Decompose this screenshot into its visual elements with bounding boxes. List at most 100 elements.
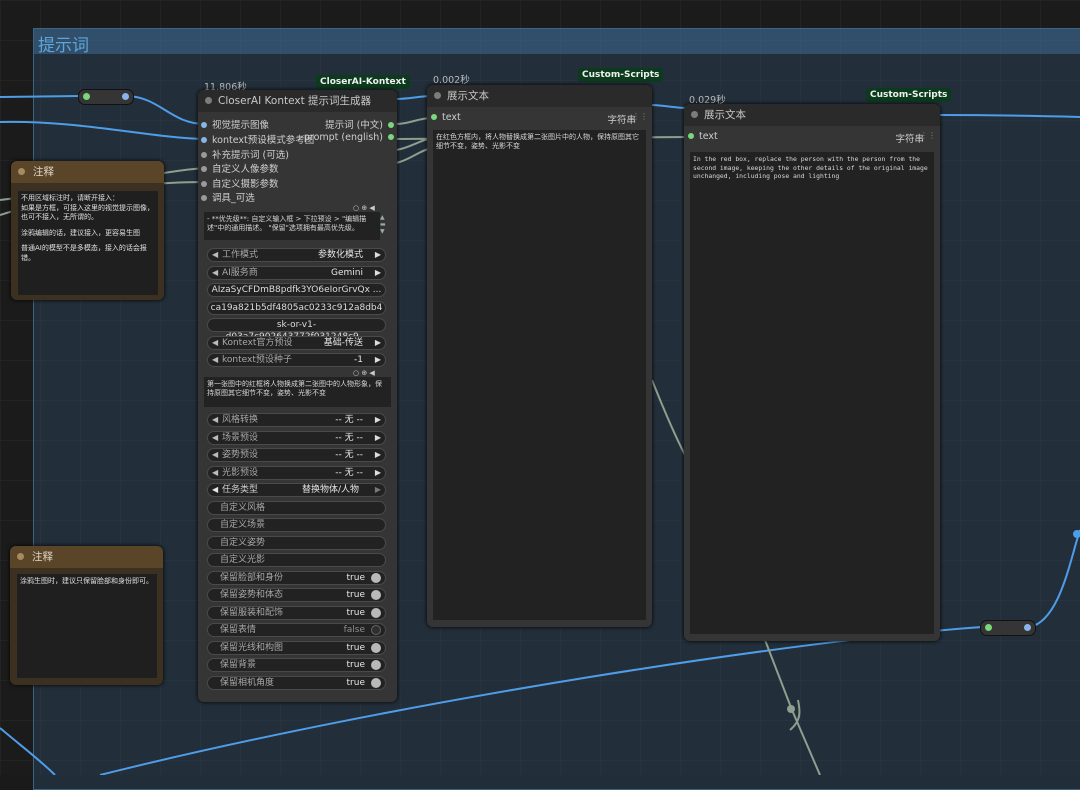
node-canvas[interactable]: 提示词 注释 不用区域标注时，请断开接入： 如果是方框，可接入这里的视觉提示图像… bbox=[0, 0, 1080, 790]
textbox-tools-icon[interactable]: ○ ⊕ ◀ bbox=[353, 204, 375, 212]
note-title[interactable]: 注释 bbox=[10, 546, 163, 568]
toggle-keep-pose[interactable]: 保留姿势和体态 true bbox=[207, 588, 386, 602]
toggle-knob-icon[interactable] bbox=[371, 660, 381, 670]
toggle-knob-icon[interactable] bbox=[371, 678, 381, 688]
toggle-keep-camera[interactable]: 保留相机角度 true bbox=[207, 676, 386, 690]
input-slot[interactable]: kontext预设模式参考图 bbox=[201, 132, 314, 146]
reroute-node-bottom[interactable] bbox=[980, 620, 1036, 636]
widget-grid-icon[interactable]: ⋮⋮ bbox=[632, 112, 648, 121]
textbox-tools-icon[interactable]: ○ ⊕ ◀ bbox=[353, 369, 375, 377]
input-slot-text[interactable]: text bbox=[431, 112, 461, 123]
toggle-knob-icon[interactable] bbox=[371, 590, 381, 600]
display-text-area[interactable]: In the red box, replace the person with … bbox=[690, 152, 934, 634]
arrow-left-icon[interactable]: ◀ bbox=[212, 249, 218, 261]
arrow-right-icon[interactable]: ▶ bbox=[375, 432, 381, 444]
combo-task-type[interactable]: ◀ 任务类型 替换物体/人物 ▶ bbox=[207, 483, 386, 497]
reroute-out-dot[interactable] bbox=[122, 93, 129, 100]
input-dot-icon[interactable] bbox=[431, 113, 437, 120]
input-dot-icon[interactable] bbox=[201, 194, 207, 201]
input-dot-icon[interactable] bbox=[201, 151, 207, 158]
output-slot[interactable]: 提示词 (中文) bbox=[325, 117, 394, 131]
toggle-keep-background[interactable]: 保留背景 true bbox=[207, 658, 386, 672]
display-text-area[interactable]: 在红色方框内，将人物替换成第二张图片中的人物，保持原图其它细节不变，姿势、光影不… bbox=[433, 130, 646, 620]
edit-description-area[interactable]: 第一张图中的红框将人物换成第二张图中的人物形象，保持原图其它细节不变，姿势、光影… bbox=[204, 377, 391, 407]
note-title[interactable]: 注释 bbox=[11, 161, 164, 183]
input-dot-icon[interactable] bbox=[201, 136, 207, 143]
show-text-node-2[interactable]: 展示文本 text 字符串 ⋮⋮ In the red box, replace… bbox=[684, 104, 940, 641]
show-text-node-1[interactable]: 展示文本 text 字符串 ⋮⋮ 在红色方框内，将人物替换成第二张图片中的人物，… bbox=[427, 85, 652, 627]
combo-lighting[interactable]: ◀ 光影预设 -- 无 -- ▶ bbox=[207, 466, 386, 480]
combo-pose[interactable]: ◀ 姿势预设 -- 无 -- ▶ bbox=[207, 448, 386, 462]
input-slot-text[interactable]: text bbox=[688, 131, 718, 142]
arrow-left-icon[interactable]: ◀ bbox=[212, 354, 218, 366]
arrow-left-icon[interactable]: ◀ bbox=[212, 414, 218, 426]
input-dot-icon[interactable] bbox=[688, 132, 694, 139]
node-title[interactable]: CloserAI Kontext 提示词生成器 bbox=[198, 90, 397, 112]
output-dot-icon[interactable] bbox=[388, 133, 394, 140]
combo-style[interactable]: ◀ 风格转换 -- 无 -- ▶ bbox=[207, 413, 386, 427]
reroute-node-top[interactable] bbox=[78, 89, 134, 105]
api-key-field-1[interactable]: AIzaSyCFDmB8pdfk3YO6eIorGrvQx ... bbox=[207, 283, 386, 297]
input-dot-icon[interactable] bbox=[201, 165, 207, 172]
output-slot[interactable]: prompt (english) bbox=[304, 132, 394, 143]
custom-pose-button[interactable]: 自定义姿势 bbox=[207, 536, 386, 550]
custom-lighting-button[interactable]: 自定义光影 bbox=[207, 553, 386, 567]
toggle-knob-icon[interactable] bbox=[371, 573, 381, 583]
note-node-2[interactable]: 注释 涂鸦生图时，建议只保留脸部和身份即可。 bbox=[10, 546, 163, 685]
combo-scene[interactable]: ◀ 场景预设 -- 无 -- ▶ bbox=[207, 431, 386, 445]
input-dot-icon[interactable] bbox=[201, 121, 207, 128]
custom-scene-button[interactable]: 自定义场景 bbox=[207, 518, 386, 532]
arrow-right-icon[interactable]: ▶ bbox=[375, 484, 381, 496]
input-dot-icon[interactable] bbox=[201, 180, 207, 187]
number-kontext-seed[interactable]: ◀ kontext预设种子 -1 ▶ bbox=[207, 353, 386, 367]
widget-grid-icon[interactable]: ⋮⋮ bbox=[920, 131, 936, 140]
note-node-1[interactable]: 注释 不用区域标注时，请断开接入： 如果是方框，可接入这里的视觉提示图像，也可不… bbox=[11, 161, 164, 300]
arrow-right-icon[interactable]: ▶ bbox=[375, 467, 381, 479]
api-key-field-2[interactable]: ca19a821b5df4805ac0233c912a8db4 ... bbox=[207, 301, 386, 325]
scroll-arrows-icon[interactable]: ▲ ▬ ▼ bbox=[380, 214, 386, 235]
reroute-out-dot[interactable] bbox=[1024, 624, 1031, 631]
kontext-node[interactable]: CloserAI Kontext 提示词生成器 视觉提示图像 kontext预设… bbox=[198, 90, 397, 702]
input-slot[interactable]: 视觉提示图像 bbox=[201, 117, 269, 131]
note-text-area[interactable]: 不用区域标注时，请断开接入： 如果是方框，可接入这里的视觉提示图像，也可不接入，… bbox=[18, 191, 158, 295]
arrow-right-icon[interactable]: ▶ bbox=[375, 354, 381, 366]
input-slot[interactable]: 调具_可选 bbox=[201, 190, 255, 204]
arrow-left-icon[interactable]: ◀ bbox=[212, 432, 218, 444]
combo-ai-provider[interactable]: ◀ AI服务商 Gemini ▶ bbox=[207, 266, 386, 280]
api-key-field-3[interactable]: sk-or-v1-d03a7c902643772f031248c9... bbox=[207, 318, 386, 342]
collapse-dot-icon[interactable] bbox=[17, 553, 24, 560]
input-slot[interactable]: 补充提示词 (可选) bbox=[201, 147, 289, 161]
collapse-dot-icon[interactable] bbox=[691, 111, 698, 118]
arrow-left-icon[interactable]: ◀ bbox=[212, 337, 218, 349]
combo-kontext-preset[interactable]: ◀ Kontext官方预设 基础-传送 ▶ bbox=[207, 336, 386, 350]
collapse-dot-icon[interactable] bbox=[434, 92, 441, 99]
reroute-in-dot[interactable] bbox=[83, 93, 90, 100]
arrow-right-icon[interactable]: ▶ bbox=[375, 337, 381, 349]
note-text-area[interactable]: 涂鸦生图时，建议只保留脸部和身份即可。 bbox=[17, 574, 157, 678]
toggle-knob-icon[interactable] bbox=[371, 608, 381, 618]
arrow-left-icon[interactable]: ◀ bbox=[212, 267, 218, 279]
toggle-knob-icon[interactable] bbox=[371, 643, 381, 653]
help-text-area[interactable]: - **优先级**: 自定义输入框 > 下拉预设 > "编辑描述"中的通用描述。… bbox=[204, 212, 380, 240]
arrow-right-icon[interactable]: ▶ bbox=[375, 249, 381, 261]
collapse-dot-icon[interactable] bbox=[18, 168, 25, 175]
arrow-left-icon[interactable]: ◀ bbox=[212, 449, 218, 461]
arrow-left-icon[interactable]: ◀ bbox=[212, 484, 218, 496]
arrow-right-icon[interactable]: ▶ bbox=[375, 449, 381, 461]
reroute-in-dot[interactable] bbox=[985, 624, 992, 631]
arrow-right-icon[interactable]: ▶ bbox=[375, 267, 381, 279]
output-dot-icon[interactable] bbox=[388, 121, 394, 128]
node-title[interactable]: 展示文本 bbox=[684, 104, 940, 126]
arrow-left-icon[interactable]: ◀ bbox=[212, 467, 218, 479]
toggle-keep-clothing[interactable]: 保留服装和配饰 true bbox=[207, 606, 386, 620]
input-slot[interactable]: 自定义人像参数 bbox=[201, 161, 279, 175]
node-title[interactable]: 展示文本 bbox=[427, 85, 652, 107]
custom-style-button[interactable]: 自定义风格 bbox=[207, 501, 386, 515]
toggle-keep-expression[interactable]: 保留表情 false bbox=[207, 623, 386, 637]
toggle-keep-face[interactable]: 保留脸部和身份 true bbox=[207, 571, 386, 585]
arrow-right-icon[interactable]: ▶ bbox=[375, 414, 381, 426]
combo-work-mode[interactable]: ◀ 工作模式 参数化模式 ▶ bbox=[207, 248, 386, 262]
collapse-dot-icon[interactable] bbox=[205, 97, 212, 104]
toggle-knob-icon[interactable] bbox=[371, 625, 381, 635]
toggle-keep-lighting[interactable]: 保留光线和构图 true bbox=[207, 641, 386, 655]
